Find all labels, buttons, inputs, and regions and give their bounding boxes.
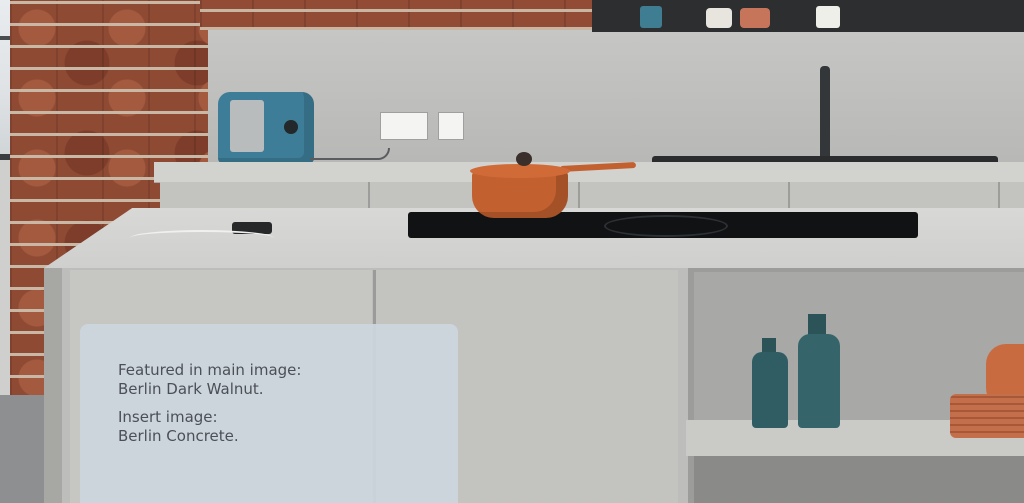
glass-bottle — [752, 352, 788, 428]
caption-card: Featured in main image: Berlin Dark Waln… — [80, 324, 458, 503]
caption-featured-value: Berlin Dark Walnut. — [118, 380, 264, 398]
wall-socket-switch — [438, 112, 464, 140]
toaster-panel — [230, 100, 264, 152]
toaster-knob — [284, 120, 298, 134]
shelf-jar — [740, 8, 770, 28]
shelf-jar — [706, 8, 732, 28]
caption-insert-value: Berlin Concrete. — [118, 427, 239, 445]
lower-shelf — [694, 456, 1024, 503]
caption-featured-label: Featured in main image: — [118, 361, 302, 379]
wall-socket-double — [380, 112, 428, 140]
hob-ring — [604, 215, 728, 237]
toaster-cable — [310, 148, 390, 160]
caption-insert-label: Insert image: — [118, 408, 218, 426]
charging-cable — [130, 230, 274, 246]
kitchen-tap — [820, 66, 830, 162]
shelf-jar — [816, 6, 840, 28]
island-side-panel — [44, 268, 62, 503]
glass-bottle — [798, 334, 840, 428]
shelf-jar — [640, 6, 662, 28]
saucepan-lid — [470, 164, 570, 178]
plate-stack — [950, 394, 1024, 438]
saucepan-knob — [516, 152, 532, 166]
